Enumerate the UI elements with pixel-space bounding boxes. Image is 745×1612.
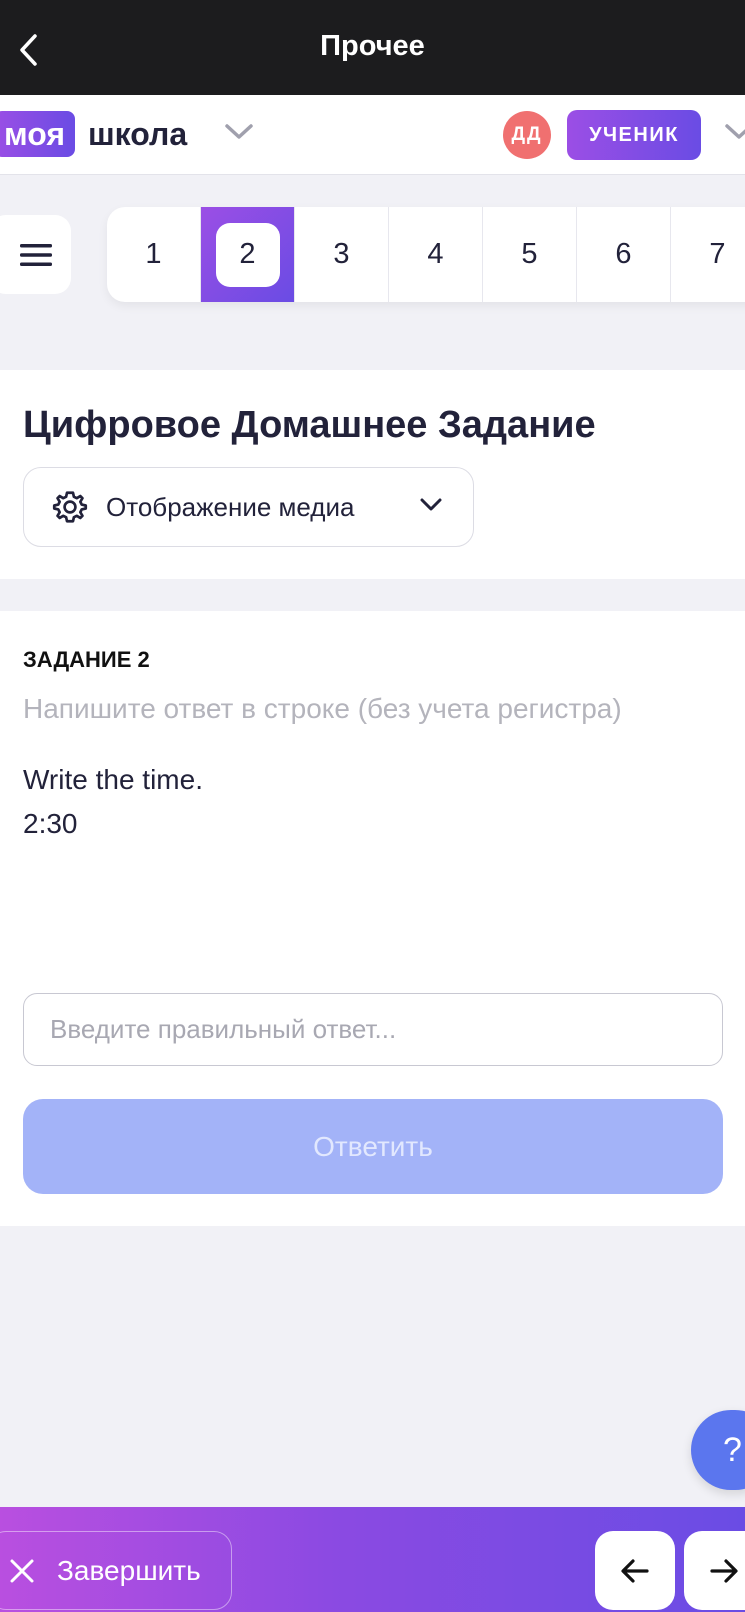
task-tab-4[interactable]: 4 — [389, 207, 483, 302]
task-tab-6[interactable]: 6 — [577, 207, 671, 302]
role-dropdown-chevron-down-icon[interactable] — [724, 122, 745, 142]
task-tab-label: 5 — [521, 238, 538, 270]
top-bar: Прочее — [0, 0, 745, 95]
hamburger-icon — [19, 243, 52, 266]
close-icon — [10, 1559, 34, 1582]
previous-task-button[interactable] — [595, 1531, 675, 1610]
task-question: Write the time. — [23, 764, 203, 795]
task-tabs: 1 2 3 4 5 6 7 — [107, 207, 745, 302]
arrow-right-icon — [710, 1558, 738, 1583]
task-tab-label: 7 — [709, 238, 726, 270]
avatar[interactable]: ДД — [503, 111, 551, 159]
task-tab-5[interactable]: 5 — [483, 207, 577, 302]
homework-header-card: Цифровое Домашнее Задание Отображение ме… — [0, 370, 745, 579]
media-display-label: Отображение медиа — [106, 491, 355, 522]
logo-shkola: школа — [88, 116, 188, 152]
task-number-label: ЗАДАНИЕ 2 — [23, 647, 150, 672]
finish-label: Завершить — [57, 1554, 201, 1586]
task-tab-label: 1 — [145, 238, 162, 270]
app-screen: Прочее моя школа ДД УЧЕНИК 1 2 3 4 5 6 7… — [0, 0, 745, 1612]
menu-button[interactable] — [0, 215, 71, 294]
role-badge[interactable]: УЧЕНИК — [567, 110, 701, 160]
task-card: ЗАДАНИЕ 2 Напишите ответ в строке (без у… — [0, 611, 745, 1226]
chevron-down-icon — [420, 498, 442, 511]
task-question-value: 2:30 — [23, 808, 78, 839]
task-tab-label: 4 — [427, 238, 444, 270]
task-tab-2[interactable]: 2 — [201, 207, 295, 302]
task-tab-label: 6 — [615, 238, 632, 270]
homework-title: Цифровое Домашнее Задание — [23, 404, 596, 446]
brand-bar: моя школа ДД УЧЕНИК — [0, 95, 745, 175]
finish-button[interactable]: Завершить — [0, 1531, 232, 1610]
task-tab-label: 2 — [215, 222, 280, 287]
page-title: Прочее — [320, 30, 425, 62]
help-button[interactable]: ? — [691, 1410, 745, 1490]
task-tab-label: 3 — [333, 238, 350, 270]
logo-moya: моя — [0, 111, 76, 157]
media-display-dropdown[interactable]: Отображение медиа — [23, 467, 474, 547]
answer-input[interactable] — [23, 993, 723, 1066]
gear-icon — [52, 491, 88, 523]
arrow-left-icon — [621, 1558, 649, 1583]
task-instructions: Напишите ответ в строке (без учета регис… — [23, 693, 622, 724]
next-task-button[interactable] — [684, 1531, 745, 1610]
submit-answer-button[interactable]: Ответить — [23, 1099, 723, 1194]
bottom-bar: Завершить — [0, 1507, 745, 1612]
task-tab-3[interactable]: 3 — [295, 207, 389, 302]
school-dropdown-chevron-down-icon[interactable] — [224, 122, 254, 142]
task-tab-7[interactable]: 7 — [671, 207, 745, 302]
task-tab-1[interactable]: 1 — [107, 207, 201, 302]
